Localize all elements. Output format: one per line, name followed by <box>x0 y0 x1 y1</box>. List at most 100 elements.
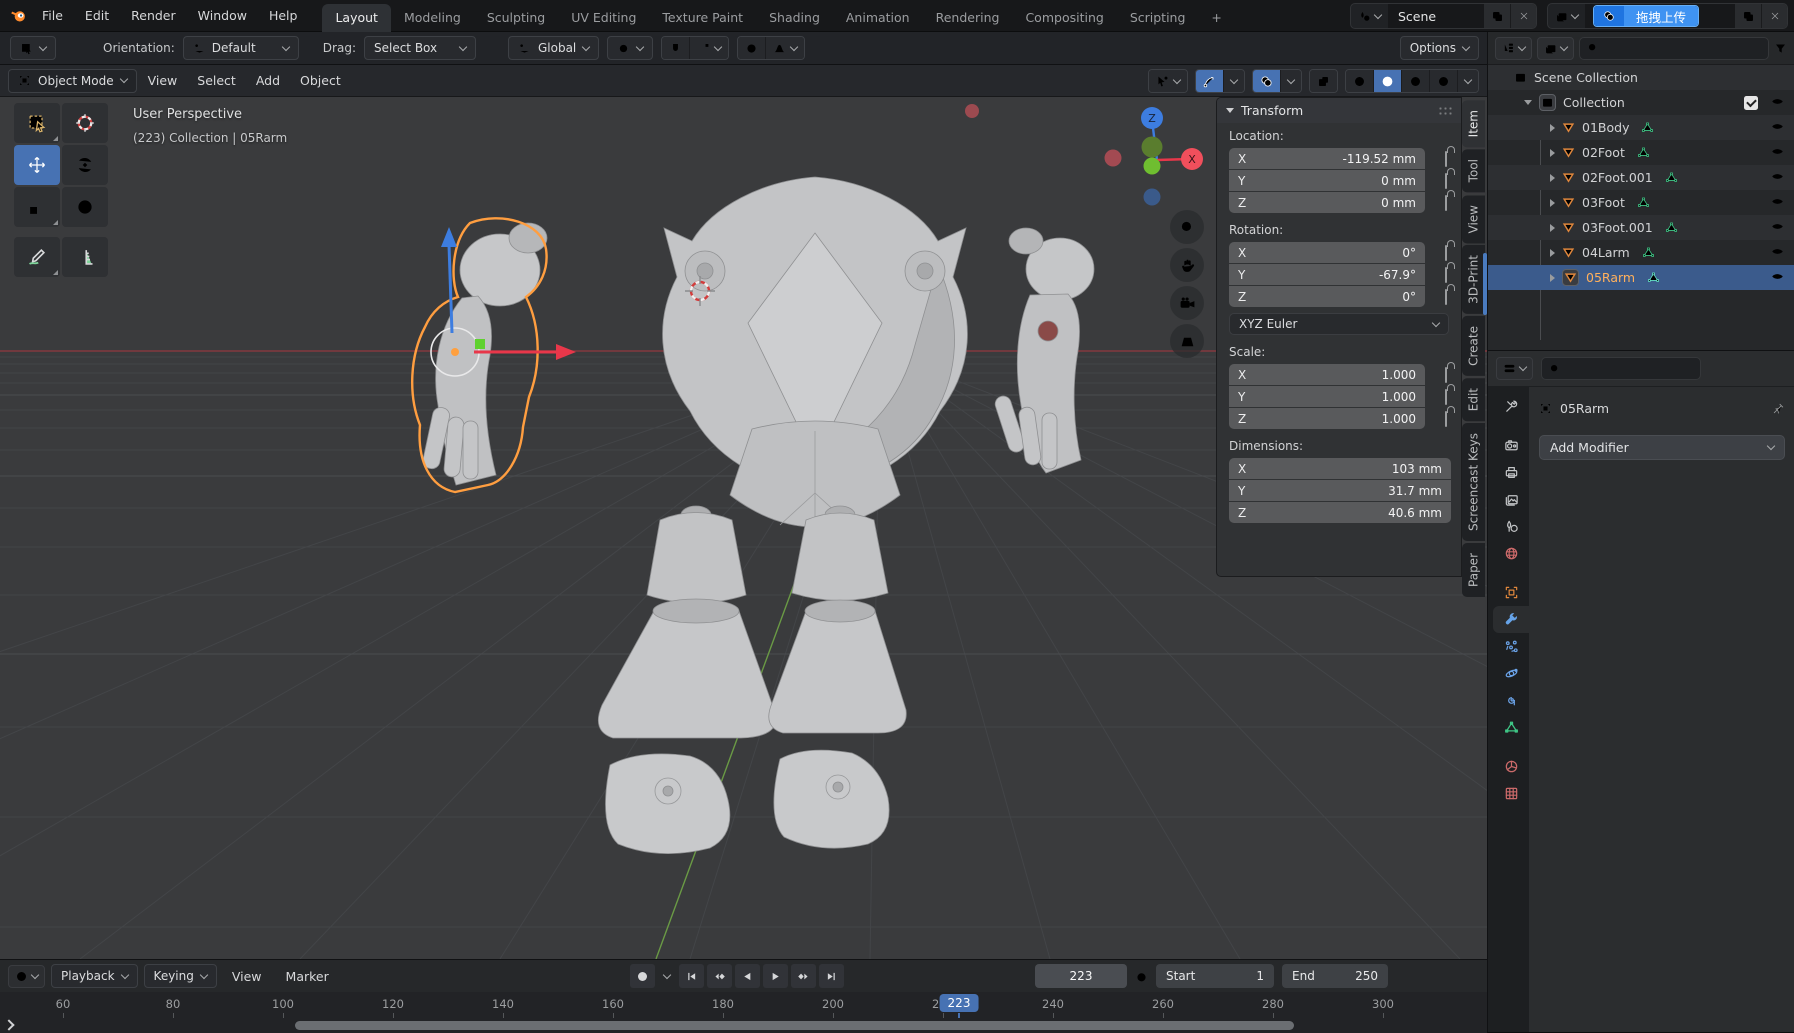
shading-wireframe-button[interactable] <box>1346 70 1373 92</box>
nav-axis-x-neg[interactable] <box>1105 150 1122 167</box>
options-dropdown[interactable]: Options <box>1400 36 1479 60</box>
robot-foot-right[interactable] <box>774 750 889 848</box>
timeline-menu-marker[interactable]: Marker <box>277 969 338 984</box>
proportional-falloff-dropdown[interactable] <box>765 37 804 59</box>
editor-type-dropdown[interactable] <box>1496 357 1533 380</box>
play-reverse-button[interactable] <box>735 964 760 988</box>
current-frame-field[interactable]: 223 <box>1035 964 1127 988</box>
lock-icon[interactable] <box>1445 151 1447 167</box>
eye-icon[interactable] <box>1771 120 1784 136</box>
shading-material-button[interactable] <box>1401 70 1429 92</box>
menu-file[interactable]: File <box>31 0 74 31</box>
viewport-camera-button[interactable] <box>1170 286 1204 320</box>
jump-to-end-button[interactable] <box>819 964 844 988</box>
disclosure-open-icon[interactable] <box>1524 100 1532 109</box>
workspace-tab-uv-editing[interactable]: UV Editing <box>558 4 649 32</box>
outliner-row-03foot001[interactable]: 03Foot.001 <box>1488 215 1794 240</box>
dimensions-y-field[interactable]: Y31.7 mm <box>1229 480 1451 501</box>
tool-select-box[interactable] <box>14 103 60 143</box>
shading-rendered-button[interactable] <box>1429 70 1457 92</box>
robot-thigh-right[interactable] <box>792 506 888 601</box>
overlays-dropdown[interactable] <box>1280 70 1301 92</box>
tool-annotate[interactable] <box>14 237 60 277</box>
lock-icon[interactable] <box>1445 195 1447 211</box>
transform-panel-header[interactable]: Transform <box>1217 98 1461 123</box>
workspace-tab-rendering[interactable]: Rendering <box>923 4 1013 32</box>
eye-icon[interactable] <box>1771 195 1784 211</box>
add-modifier-button[interactable]: Add Modifier <box>1539 435 1785 460</box>
workspace-tab-layout[interactable]: Layout <box>322 4 391 32</box>
outliner-row-05rarm-selected[interactable]: 05Rarm <box>1488 265 1794 290</box>
timeline-scrollbar[interactable] <box>295 1021 1294 1030</box>
timeline-editor-type-dropdown[interactable] <box>8 965 45 988</box>
snap-toggle[interactable] <box>662 37 689 59</box>
collection-checkbox[interactable] <box>1744 96 1758 110</box>
active-tool-selector[interactable] <box>10 36 56 60</box>
scene-browse-button[interactable] <box>1351 4 1388 28</box>
tab-object-data-icon[interactable] <box>1493 714 1529 741</box>
tab-constraints-icon[interactable] <box>1493 687 1529 714</box>
gizmo-y-axis-handle[interactable] <box>475 339 485 349</box>
menu-help[interactable]: Help <box>258 0 309 31</box>
robot-boot-left[interactable] <box>598 599 776 738</box>
outliner-display-mode-dropdown[interactable] <box>1495 37 1532 60</box>
lock-icon[interactable] <box>1445 245 1447 261</box>
eye-icon[interactable] <box>1771 270 1784 286</box>
timeline-menu-view[interactable]: View <box>223 969 271 984</box>
proportional-edit-toggle[interactable] <box>738 37 765 59</box>
pin-icon[interactable] <box>1772 402 1785 415</box>
tool-cursor[interactable] <box>62 103 108 143</box>
playhead-badge[interactable]: 223 <box>940 994 979 1012</box>
view-layer-remove-button[interactable] <box>1761 4 1787 28</box>
outliner-row-03foot[interactable]: 03Foot <box>1488 190 1794 215</box>
xray-toggle[interactable] <box>1310 70 1337 92</box>
eye-icon[interactable] <box>1771 220 1784 236</box>
keying-menu[interactable]: Keying <box>144 964 217 988</box>
tab-render-icon[interactable] <box>1493 432 1529 459</box>
outliner-row-01body[interactable]: 01Body <box>1488 115 1794 140</box>
location-x-field[interactable]: X-119.52 mm <box>1229 148 1425 169</box>
tab-scene-icon[interactable] <box>1493 513 1529 540</box>
outliner-row-04larm[interactable]: 04Larm <box>1488 240 1794 265</box>
prev-keyframe-button[interactable] <box>707 964 732 988</box>
robot-foot-left[interactable] <box>606 754 730 854</box>
workspace-tab-compositing[interactable]: Compositing <box>1012 4 1116 32</box>
disclosure-icon[interactable] <box>1550 149 1555 157</box>
outliner-id-type-dropdown[interactable] <box>1537 37 1574 60</box>
tab-view-layer-icon[interactable] <box>1493 486 1529 513</box>
rotation-z-field[interactable]: Z0° <box>1229 286 1425 307</box>
workspace-tab-animation[interactable]: Animation <box>833 4 923 32</box>
outliner-row-collection[interactable]: Collection <box>1488 90 1794 115</box>
scale-z-field[interactable]: Z1.000 <box>1229 408 1425 429</box>
tab-tool-icon[interactable] <box>1493 393 1529 420</box>
menu-render[interactable]: Render <box>120 0 187 31</box>
drag-dropdown[interactable]: Select Box <box>364 36 476 60</box>
show-gizmo-toggle[interactable] <box>1196 70 1223 92</box>
tab-create[interactable]: Create <box>1462 316 1485 376</box>
viewport-menu-select[interactable]: Select <box>188 73 245 88</box>
nav-axis-z-neg[interactable] <box>1144 189 1161 206</box>
disclosure-icon[interactable] <box>1550 124 1555 132</box>
selectability-dropdown[interactable] <box>1149 70 1187 92</box>
workspace-tab-shading[interactable]: Shading <box>756 4 833 32</box>
tab-edit[interactable]: Edit <box>1462 378 1485 421</box>
jump-to-start-button[interactable] <box>679 964 704 988</box>
menu-window[interactable]: Window <box>187 0 258 31</box>
expand-channels-icon[interactable] <box>3 1019 14 1030</box>
outliner-row-scene-collection[interactable]: Scene Collection <box>1488 65 1794 90</box>
nav-axis-gizmo[interactable]: Z X <box>1105 107 1204 206</box>
location-z-field[interactable]: Z0 mm <box>1229 192 1425 213</box>
tab-material-icon[interactable] <box>1493 753 1529 780</box>
drag-upload-chip[interactable]: 拖拽上传 <box>1593 5 1699 27</box>
outliner-search-input[interactable] <box>1579 37 1769 60</box>
shading-solid-button[interactable] <box>1373 70 1401 92</box>
auto-keying-toggle[interactable] <box>630 964 655 988</box>
workspace-tab-texture-paint[interactable]: Texture Paint <box>649 4 756 32</box>
end-frame-field[interactable]: End250 <box>1282 964 1388 988</box>
breadcrumb-object-name[interactable]: 05Rarm <box>1560 401 1609 416</box>
scene-unlink-button[interactable] <box>1510 4 1536 28</box>
nav-axis-y[interactable] <box>1144 158 1161 175</box>
tab-screencast-keys[interactable]: Screencast Keys <box>1462 423 1485 541</box>
transform-orientation-dropdown[interactable]: Global <box>508 36 599 60</box>
timeline-ruler[interactable]: 60 80 100 120 140 160 180 200 220 240 26… <box>0 992 1487 1018</box>
